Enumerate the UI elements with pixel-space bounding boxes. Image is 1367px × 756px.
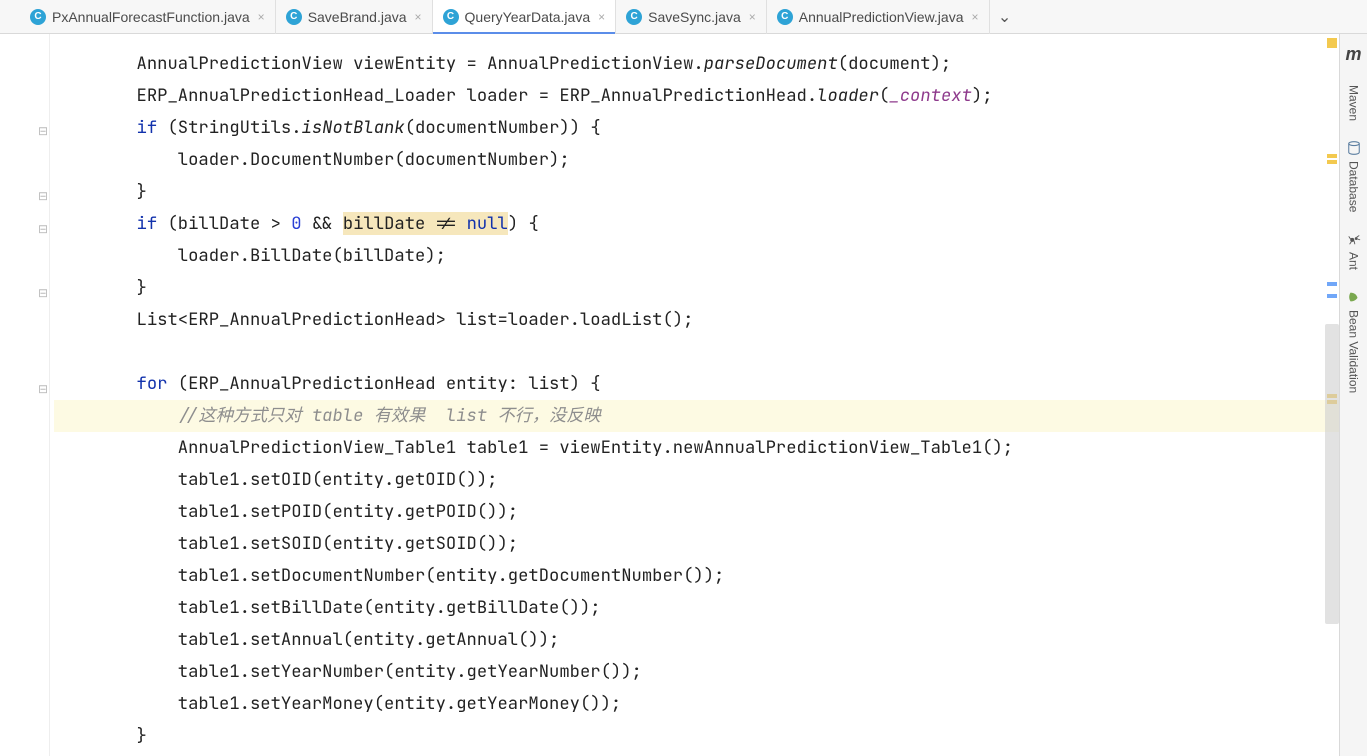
warning-marker[interactable] xyxy=(1327,154,1337,158)
java-class-icon: C xyxy=(777,9,793,25)
tab-label: AnnualPredictionView.java xyxy=(799,9,964,25)
fold-toggle-icon[interactable]: ⊟ xyxy=(38,124,48,138)
fold-toggle-icon[interactable]: ⊟ xyxy=(38,382,48,396)
close-icon[interactable]: × xyxy=(258,10,265,24)
ide-window: C PxAnnualForecastFunction.java × C Save… xyxy=(0,0,1367,756)
tool-window-ant[interactable]: Ant xyxy=(1347,222,1361,280)
scrollbar-thumb[interactable] xyxy=(1325,324,1339,624)
ant-icon xyxy=(1347,232,1361,246)
tab-savesync[interactable]: C SaveSync.java × xyxy=(616,0,767,34)
analysis-status-icon[interactable] xyxy=(1327,38,1337,48)
tab-label: PxAnnualForecastFunction.java xyxy=(52,9,250,25)
java-class-icon: C xyxy=(286,9,302,25)
tab-queryyeardata[interactable]: C QueryYearData.java × xyxy=(433,0,617,34)
code-editor[interactable]: AnnualPredictionView viewEntity = Annual… xyxy=(50,34,1339,756)
tool-label: Ant xyxy=(1347,252,1361,270)
code-content: AnnualPredictionView viewEntity = Annual… xyxy=(50,34,1339,752)
tab-overflow-button[interactable]: ⌄ xyxy=(990,7,1020,27)
tab-label: QueryYearData.java xyxy=(465,9,591,25)
tool-label: Bean Validation xyxy=(1347,310,1361,393)
tool-window-bean-validation[interactable]: Bean Validation xyxy=(1347,280,1361,403)
tool-window-maven[interactable]: Maven xyxy=(1347,75,1361,131)
editor-gutter[interactable]: ⊟ ⊟ ⊟ ⊟ ⊟ xyxy=(0,34,50,756)
tool-window-database[interactable]: Database xyxy=(1347,131,1361,222)
java-class-icon: C xyxy=(30,9,46,25)
tab-label: SaveBrand.java xyxy=(308,9,407,25)
java-class-icon: C xyxy=(443,9,459,25)
close-icon[interactable]: × xyxy=(415,10,422,24)
fold-toggle-icon[interactable]: ⊟ xyxy=(38,286,48,300)
close-icon[interactable]: × xyxy=(749,10,756,24)
tool-label: Maven xyxy=(1347,85,1361,121)
editor-main: ⊟ ⊟ ⊟ ⊟ ⊟ AnnualPredictionView viewEntit… xyxy=(0,34,1367,756)
close-icon[interactable]: × xyxy=(972,10,979,24)
tab-label: SaveSync.java xyxy=(648,9,741,25)
error-stripe[interactable] xyxy=(1325,34,1339,756)
warning-marker[interactable] xyxy=(1327,160,1337,164)
java-class-icon: C xyxy=(626,9,642,25)
tab-annualpredictionview[interactable]: C AnnualPredictionView.java × xyxy=(767,0,990,34)
right-tool-strip: m Maven Database Ant Bean Validation xyxy=(1339,34,1367,756)
tab-pxannualforecastfunction[interactable]: C PxAnnualForecastFunction.java × xyxy=(20,0,276,34)
database-icon xyxy=(1347,141,1361,155)
selection-marker[interactable] xyxy=(1327,282,1337,286)
selection-marker[interactable] xyxy=(1327,294,1337,298)
editor-tab-bar: C PxAnnualForecastFunction.java × C Save… xyxy=(0,0,1367,34)
fold-toggle-icon[interactable]: ⊟ xyxy=(38,222,48,236)
tool-label: Database xyxy=(1347,161,1361,212)
close-icon[interactable]: × xyxy=(598,10,605,24)
fold-toggle-icon[interactable]: ⊟ xyxy=(38,189,48,203)
bean-validation-icon xyxy=(1347,290,1361,304)
maven-logo-icon: m xyxy=(1345,40,1361,75)
tab-savebrand[interactable]: C SaveBrand.java × xyxy=(276,0,433,34)
chevron-down-icon: ⌄ xyxy=(998,7,1011,27)
